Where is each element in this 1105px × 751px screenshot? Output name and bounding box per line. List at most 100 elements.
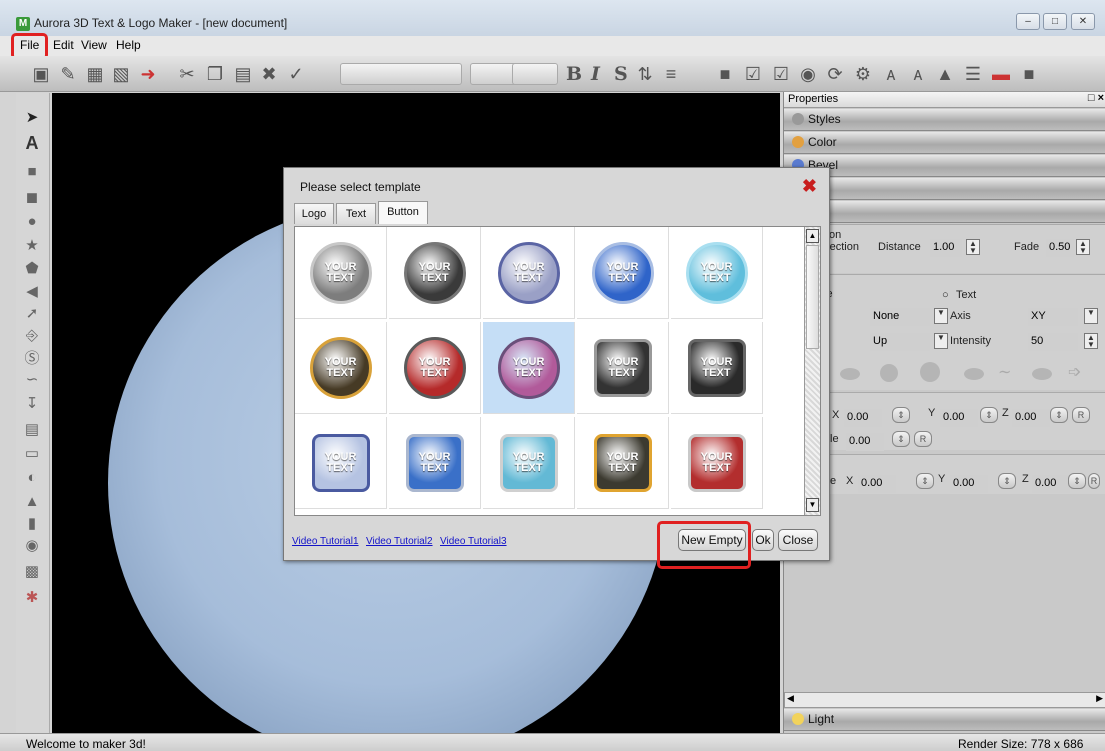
template-cell[interactable]: YOUR TEXT bbox=[671, 227, 763, 319]
text-height-icon[interactable]: ⇅ bbox=[634, 63, 656, 85]
polygon-tool-icon[interactable]: ⬟ bbox=[20, 258, 44, 278]
object-icon[interactable]: ◉ bbox=[797, 63, 819, 85]
square-icon[interactable]: ■ bbox=[1018, 63, 1040, 85]
video-tutorial-3-link[interactable]: Video Tutorial3 bbox=[440, 536, 507, 547]
template-cell[interactable]: YOUR TEXT bbox=[577, 227, 669, 319]
section-color[interactable]: Color bbox=[784, 132, 1105, 154]
save-icon[interactable]: ▦ bbox=[84, 63, 106, 85]
open-icon[interactable]: ✎ bbox=[57, 63, 79, 85]
text-outline-icon[interactable]: ᴀ bbox=[907, 63, 929, 85]
font-combo[interactable] bbox=[340, 63, 462, 85]
brush-icon[interactable]: ✓ bbox=[285, 63, 307, 85]
section-bevel[interactable]: Bevel bbox=[784, 155, 1105, 177]
distance-spinner[interactable]: ▲ ▼ bbox=[966, 239, 980, 255]
section-align[interactable]: ign bbox=[784, 201, 1105, 223]
template-cell[interactable]: YOUR TEXT bbox=[671, 417, 763, 509]
cube-icon[interactable]: ■ bbox=[714, 63, 736, 85]
menu-help[interactable]: Help bbox=[116, 38, 141, 52]
cone-tool-icon[interactable]: ▲ bbox=[20, 491, 44, 511]
select-arrow-icon[interactable]: ➤ bbox=[20, 107, 44, 127]
italic-button[interactable]: I bbox=[591, 63, 600, 85]
angle-field[interactable]: 0.00 bbox=[846, 433, 884, 451]
box-tool-icon[interactable]: ▤ bbox=[20, 419, 44, 439]
template-cell[interactable]: YOUR TEXT bbox=[295, 322, 387, 414]
position-y-field[interactable]: 0.00 bbox=[940, 409, 978, 427]
check-box-icon[interactable]: ☑ bbox=[742, 63, 764, 85]
strike-button[interactable]: S bbox=[614, 63, 628, 85]
text-tool-icon[interactable]: A bbox=[20, 133, 44, 153]
arc-shape-2-icon[interactable] bbox=[880, 364, 898, 382]
align-icon[interactable]: ≡ bbox=[660, 63, 682, 85]
shape-select[interactable]: None bbox=[870, 308, 930, 326]
effect-tool-icon[interactable]: ✱ bbox=[20, 587, 44, 607]
rotate-icon[interactable]: ⟳ bbox=[824, 63, 846, 85]
cylinder-tool-icon[interactable]: ▭ bbox=[20, 443, 44, 463]
import-tool-icon[interactable]: ↧ bbox=[20, 393, 44, 413]
axis-select-arrow[interactable]: ▼ bbox=[1084, 308, 1098, 324]
intensity-spinner[interactable]: ▲ ▼ bbox=[1084, 333, 1098, 349]
bold-button[interactable]: B bbox=[566, 63, 582, 85]
template-cell[interactable]: YOUR TEXT bbox=[295, 417, 387, 509]
scale-z-spinner[interactable]: ⇕ bbox=[1068, 473, 1086, 489]
cut-icon[interactable]: ✂ bbox=[176, 63, 198, 85]
torus-tool-icon[interactable]: ◐ bbox=[20, 467, 44, 487]
template-cell[interactable]: YOUR TEXT bbox=[483, 227, 575, 319]
export-icon[interactable]: ➜ bbox=[137, 63, 159, 85]
scale-x-spinner[interactable]: ⇕ bbox=[916, 473, 934, 489]
position-y-spinner[interactable]: ⇕ bbox=[980, 407, 998, 423]
rounded-rect-tool-icon[interactable]: ◼ bbox=[20, 187, 44, 207]
minimize-button[interactable]: – bbox=[1016, 13, 1040, 30]
scale-reset-button[interactable]: R bbox=[1088, 473, 1100, 489]
new-document-icon[interactable]: ▣ bbox=[30, 63, 52, 85]
template-cell[interactable]: YOUR TEXT bbox=[389, 417, 481, 509]
text-radio-icon[interactable]: ○ bbox=[942, 289, 949, 301]
position-x-spinner[interactable]: ⇕ bbox=[892, 407, 910, 423]
ring-tool-icon[interactable]: ◉ bbox=[20, 535, 44, 555]
layers-icon[interactable]: ☰ bbox=[962, 63, 984, 85]
scale-x-field[interactable]: 0.00 bbox=[858, 475, 896, 493]
arc-shape-4-icon[interactable] bbox=[964, 368, 984, 380]
copy-icon[interactable]: ❐ bbox=[204, 63, 226, 85]
section-light[interactable]: Light bbox=[784, 709, 1105, 731]
line-arrow-tool-icon[interactable]: ➚ bbox=[20, 303, 44, 323]
arrow-shape-icon[interactable]: ➩ bbox=[1068, 362, 1081, 382]
template-cell[interactable]: YOUR TEXT bbox=[483, 322, 575, 414]
rectangle-tool-icon[interactable]: ■ bbox=[20, 161, 44, 181]
curve-tool-icon[interactable]: ∽ bbox=[20, 369, 44, 389]
gallery-vscroll[interactable]: ▲ ▼ bbox=[804, 227, 820, 515]
angle-spinner[interactable]: ⇕ bbox=[892, 431, 910, 447]
fade-field[interactable]: 0.50 bbox=[1046, 239, 1074, 257]
video-tutorial-2-link[interactable]: Video Tutorial2 bbox=[366, 536, 433, 547]
axis-select[interactable]: XY bbox=[1028, 308, 1078, 326]
angle-reset-button[interactable]: R bbox=[914, 431, 932, 447]
tab-logo[interactable]: Logo bbox=[294, 203, 334, 224]
circle-tool-icon[interactable]: ● bbox=[20, 211, 44, 231]
template-cell[interactable]: YOUR TEXT bbox=[483, 417, 575, 509]
scale-y-spinner[interactable]: ⇕ bbox=[998, 473, 1016, 489]
properties-hscroll[interactable]: ◀ ▶ bbox=[784, 692, 1105, 708]
distance-field[interactable]: 1.00 bbox=[930, 239, 962, 257]
gear-icon[interactable]: ⚙ bbox=[852, 63, 874, 85]
style-combo[interactable] bbox=[512, 63, 558, 85]
panel-float-close-icon[interactable]: □ × bbox=[1088, 92, 1104, 104]
template-cell[interactable]: YOUR TEXT bbox=[577, 417, 669, 509]
t-shape-tool-icon[interactable]: ⎆ bbox=[20, 325, 44, 345]
close-window-button[interactable]: ✕ bbox=[1071, 13, 1095, 30]
image-tool-icon[interactable]: ▩ bbox=[20, 561, 44, 581]
menu-edit[interactable]: Edit bbox=[53, 38, 74, 52]
position-x-field[interactable]: 0.00 bbox=[844, 409, 882, 427]
close-button[interactable]: Close bbox=[778, 529, 818, 551]
column-tool-icon[interactable]: ▮ bbox=[20, 513, 44, 533]
position-reset-button[interactable]: R bbox=[1072, 407, 1090, 423]
template-cell[interactable]: YOUR TEXT bbox=[295, 227, 387, 319]
direction-select-arrow[interactable]: ▼ bbox=[934, 333, 948, 349]
scroll-down-icon[interactable]: ▼ bbox=[806, 498, 819, 512]
template-cell[interactable]: YOUR TEXT bbox=[389, 227, 481, 319]
template-cell[interactable]: YOUR TEXT bbox=[389, 322, 481, 414]
position-z-field[interactable]: 0.00 bbox=[1012, 409, 1050, 427]
template-cell[interactable]: YOUR TEXT bbox=[671, 322, 763, 414]
arrow-shape-tool-icon[interactable]: ◀ bbox=[20, 281, 44, 301]
section-styles[interactable]: Styles bbox=[784, 109, 1105, 131]
text-effect-icon[interactable]: ᴀ bbox=[880, 63, 902, 85]
section-shape[interactable]: pe bbox=[784, 178, 1105, 200]
